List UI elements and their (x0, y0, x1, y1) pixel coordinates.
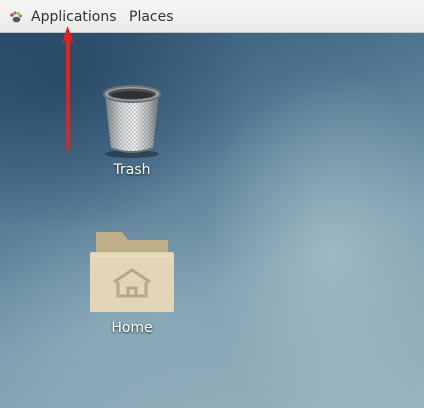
annotation-arrow (62, 26, 74, 150)
places-label: Places (129, 9, 174, 25)
places-menu[interactable]: Places (129, 0, 174, 33)
desktop-icon-home[interactable]: Home (84, 226, 180, 342)
desktop-icon-trash[interactable]: Trash (88, 82, 176, 192)
home-label: Home (111, 320, 153, 336)
home-folder-icon (90, 232, 174, 312)
trash-icon (103, 85, 161, 158)
trash-label: Trash (113, 162, 151, 178)
gnome-foot-icon (10, 11, 22, 23)
